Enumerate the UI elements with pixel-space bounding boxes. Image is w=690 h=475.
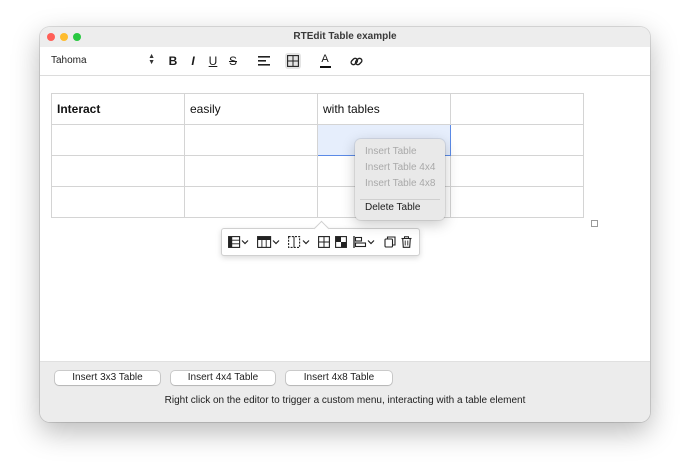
split-cells-button[interactable] xyxy=(335,235,347,249)
row-options-icon xyxy=(228,236,249,248)
cell-options-button[interactable] xyxy=(288,235,312,249)
font-family-select[interactable]: Tahoma ▲ ▼ xyxy=(51,53,155,68)
delete-table-button[interactable] xyxy=(401,235,412,249)
cell-options-icon xyxy=(288,236,310,248)
table-cell[interactable] xyxy=(184,186,318,218)
table-resize-handle[interactable] xyxy=(591,220,598,227)
table-cell[interactable] xyxy=(184,155,318,187)
context-menu: Insert Table Insert Table 4x4 Insert Tab… xyxy=(355,139,445,220)
link-icon xyxy=(349,57,363,65)
menu-separator xyxy=(360,199,440,200)
split-cells-icon xyxy=(335,236,347,248)
align-button[interactable] xyxy=(256,53,272,69)
column-options-icon xyxy=(257,236,280,248)
table-cell[interactable]: easily xyxy=(184,93,318,125)
italic-icon: I xyxy=(191,54,195,68)
table-toolbar xyxy=(221,228,420,256)
align-cells-button[interactable] xyxy=(353,235,377,249)
strikethrough-icon: S xyxy=(228,54,237,68)
link-button[interactable] xyxy=(348,53,364,69)
window-title: RTEdit Table example xyxy=(293,31,397,42)
table-cell[interactable] xyxy=(184,124,318,156)
bold-icon: B xyxy=(168,54,178,68)
align-cells-icon xyxy=(353,236,375,248)
column-options-button[interactable] xyxy=(257,235,281,249)
table-cell[interactable]: with tables xyxy=(317,93,451,125)
menu-item-insert-table-4x8[interactable]: Insert Table 4x8 xyxy=(365,178,435,190)
insert-4x8-table-button[interactable]: Insert 4x8 Table xyxy=(286,371,392,385)
table-row: Interact easily with tables xyxy=(51,93,584,125)
table-cell[interactable] xyxy=(450,155,584,187)
table-cell[interactable] xyxy=(450,124,584,156)
delete-table-icon xyxy=(401,236,412,248)
underline-button[interactable]: U xyxy=(205,53,221,69)
merge-cells-icon xyxy=(318,236,330,248)
underline-icon: U xyxy=(208,54,218,68)
menu-item-insert-table-4x4[interactable]: Insert Table 4x4 xyxy=(365,162,435,174)
table-row xyxy=(51,186,584,218)
strikethrough-button[interactable]: S xyxy=(225,53,241,69)
table-cell[interactable] xyxy=(450,93,584,125)
table-cell[interactable] xyxy=(450,186,584,218)
select-arrows-icon: ▲ ▼ xyxy=(148,53,155,66)
table-row xyxy=(51,155,584,187)
table-icon xyxy=(287,55,299,67)
font-family-value: Tahoma xyxy=(51,55,87,66)
insert-4x4-table-button[interactable]: Insert 4x4 Table xyxy=(171,371,275,385)
format-toolbar: Tahoma ▲ ▼ B I U S A xyxy=(40,47,650,76)
text-color-button[interactable]: A xyxy=(317,53,333,69)
table-row xyxy=(51,124,584,156)
align-left-icon xyxy=(258,56,270,66)
editor-table[interactable]: Interact easily with tables xyxy=(51,93,584,218)
menu-item-insert-table[interactable]: Insert Table xyxy=(365,146,417,158)
table-cell[interactable] xyxy=(51,155,185,187)
row-options-button[interactable] xyxy=(228,235,250,249)
editor-area[interactable]: Interact easily with tables Insert Table… xyxy=(40,76,650,361)
instruction-text: Right click on the editor to trigger a c… xyxy=(164,395,526,406)
merge-cells-button[interactable] xyxy=(318,235,330,249)
text-color-icon: A xyxy=(321,53,329,65)
table-cell[interactable] xyxy=(51,124,185,156)
title-bar[interactable]: RTEdit Table example xyxy=(40,27,650,47)
table-cell[interactable] xyxy=(51,186,185,218)
copy-table-icon xyxy=(384,236,396,248)
copy-table-button[interactable] xyxy=(384,235,396,249)
italic-button[interactable]: I xyxy=(185,53,201,69)
footer-panel: Insert 3x3 Table Insert 4x4 Table Insert… xyxy=(40,361,650,422)
bold-button[interactable]: B xyxy=(165,53,181,69)
menu-item-delete-table[interactable]: Delete Table xyxy=(365,202,420,214)
table-cell[interactable]: Interact xyxy=(51,93,185,125)
text-color-swatch xyxy=(319,66,331,68)
app-window: RTEdit Table example Tahoma ▲▼ B I U S xyxy=(40,27,650,422)
table-button[interactable] xyxy=(285,53,301,69)
insert-3x3-table-button[interactable]: Insert 3x3 Table xyxy=(55,371,160,385)
